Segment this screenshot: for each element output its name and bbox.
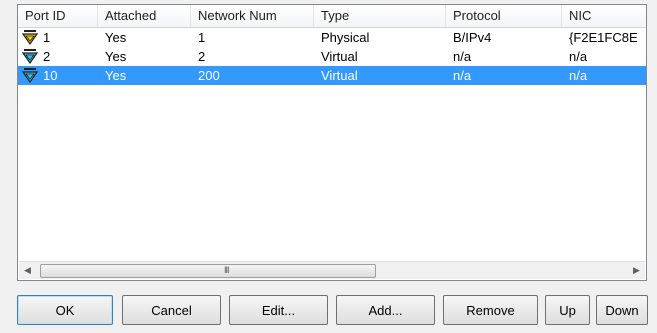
scroll-right-icon[interactable]: ▶ [628,262,645,279]
cell-protocol: n/a [453,68,472,83]
table-row[interactable]: 2 Yes 2 Virtual n/a n/a [18,47,646,66]
cancel-button[interactable]: Cancel [122,295,221,325]
cell-network-num: 200 [198,68,220,83]
cell-network-num: 2 [198,49,206,64]
cell-port-id: 1 [43,30,51,45]
cell-nic: n/a [569,68,588,83]
add-button[interactable]: Add... [336,295,435,325]
scrollbar-grip: III [224,265,229,275]
ok-button[interactable]: OK [17,295,113,325]
scrollbar-thumb[interactable]: III [40,264,376,278]
column-header-attached[interactable]: Attached [98,5,191,27]
column-header-port-id[interactable]: Port ID [18,5,98,27]
cell-port-id: 2 [43,49,51,64]
edit-button[interactable]: Edit... [229,295,328,325]
down-button[interactable]: Down [596,295,648,325]
list-header: Port ID Attached Network Num Type Protoc… [18,5,646,28]
cell-protocol: B/IPv4 [453,30,492,45]
table-row-selected[interactable]: 10 Yes 200 Virtual n/a n/a [18,66,646,85]
table-row[interactable]: 1 Yes 1 Physical B/IPv4 {F2E1FC8E [18,28,646,47]
cell-nic: n/a [569,49,588,64]
scroll-left-icon[interactable]: ◀ [19,262,36,279]
cell-nic: {F2E1FC8E [569,30,638,45]
cell-port-id: 10 [43,68,58,83]
column-header-network-num[interactable]: Network Num [191,5,314,27]
cell-protocol: n/a [453,49,472,64]
cell-attached: Yes [105,30,127,45]
horizontal-scrollbar[interactable]: ◀ III ▶ [19,261,645,279]
column-header-nic[interactable]: NIC [562,5,646,27]
cell-network-num: 1 [198,30,206,45]
column-header-protocol[interactable]: Protocol [446,5,562,27]
column-header-type[interactable]: Type [314,5,446,27]
cell-type: Virtual [321,49,358,64]
port-list-view[interactable]: Port ID Attached Network Num Type Protoc… [17,4,647,281]
remove-button[interactable]: Remove [443,295,538,325]
up-button[interactable]: Up [545,295,590,325]
cell-attached: Yes [105,68,127,83]
cell-type: Virtual [321,68,358,83]
cell-attached: Yes [105,49,127,64]
cell-type: Physical [321,30,370,45]
